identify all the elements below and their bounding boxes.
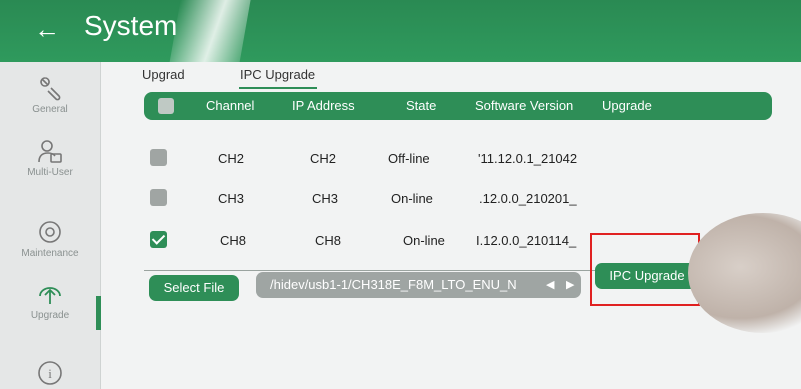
tab-underline bbox=[239, 87, 317, 89]
svg-text:i: i bbox=[48, 366, 52, 381]
row-checkbox[interactable] bbox=[150, 231, 167, 248]
column-header-state: State bbox=[406, 98, 437, 113]
maintenance-icon bbox=[39, 221, 61, 243]
sidebar-item-label: General bbox=[32, 104, 68, 115]
main-panel: Upgrad IPC Upgrade Channel IP Address St… bbox=[101, 62, 801, 389]
table-row[interactable]: CH3 CH3 On-line .12.0.0_210201_ bbox=[144, 179, 772, 219]
file-path-text: /hidev/usb1-1/CH318E_F8M_LTO_ENU_N bbox=[270, 277, 517, 292]
tab-ipc-upgrade[interactable]: IPC Upgrade bbox=[240, 67, 315, 82]
cell-state: Off-line bbox=[388, 151, 430, 166]
row-checkbox[interactable] bbox=[150, 189, 167, 206]
sidebar: General Multi-User Maintenance Upgrade i bbox=[0, 62, 101, 389]
column-header-ip-address: IP Address bbox=[292, 98, 355, 113]
cell-ip-address: CH3 bbox=[312, 191, 339, 206]
sidebar-item-label: Multi-User bbox=[27, 167, 73, 178]
sidebar-item-maintenance[interactable]: Maintenance bbox=[0, 218, 100, 259]
cell-channel: CH3 bbox=[218, 191, 245, 206]
cell-state: On-line bbox=[403, 233, 445, 248]
sidebar-item-info[interactable]: i bbox=[0, 360, 100, 386]
column-header-software-version: Software Version bbox=[475, 98, 574, 113]
wrench-icon bbox=[40, 77, 61, 101]
cell-software-version: .12.0.0_210201_ bbox=[479, 191, 577, 206]
file-path-field[interactable]: /hidev/usb1-1/CH318E_F8M_LTO_ENU_N ◀ ▶ bbox=[256, 272, 581, 298]
cell-state: On-line bbox=[391, 191, 433, 206]
column-header-channel: Channel bbox=[206, 98, 255, 113]
prev-arrow-icon[interactable]: ◀ bbox=[546, 272, 554, 298]
sidebar-item-label: Maintenance bbox=[21, 248, 79, 259]
table-row[interactable]: CH2 CH2 Off-line '11.12.0.1_21042 bbox=[144, 139, 772, 179]
info-icon: i bbox=[38, 361, 62, 385]
row-checkbox[interactable] bbox=[150, 149, 167, 166]
sidebar-item-multi-user[interactable]: Multi-User bbox=[0, 137, 100, 178]
cell-channel: CH2 bbox=[218, 151, 245, 166]
sidebar-item-general[interactable]: General bbox=[0, 74, 100, 115]
sidebar-item-upgrade[interactable]: Upgrade bbox=[0, 280, 100, 321]
select-all-checkbox[interactable] bbox=[158, 98, 174, 114]
cell-software-version: '11.12.0.1_21042 bbox=[478, 151, 578, 166]
upgrade-icon bbox=[39, 287, 61, 304]
next-arrow-icon[interactable]: ▶ bbox=[566, 272, 574, 298]
tab-upgrade[interactable]: Upgrad bbox=[142, 67, 185, 82]
column-header-upgrade: Upgrade bbox=[602, 98, 652, 113]
select-file-button[interactable]: Select File bbox=[149, 275, 239, 301]
sidebar-item-label: Upgrade bbox=[30, 310, 70, 321]
cell-ip-address: CH8 bbox=[315, 233, 342, 248]
cell-software-version: I.12.0.0_210114_ bbox=[476, 233, 577, 248]
highlight-box bbox=[590, 233, 700, 306]
user-icon bbox=[38, 140, 62, 163]
page-title: System bbox=[84, 10, 178, 41]
cell-channel: CH8 bbox=[220, 233, 247, 248]
cell-ip-address: CH2 bbox=[310, 151, 337, 166]
table-header: Channel IP Address State Software Versio… bbox=[144, 92, 772, 120]
back-arrow-icon[interactable]: ← bbox=[34, 14, 60, 45]
title-bar: ← System bbox=[0, 0, 801, 62]
